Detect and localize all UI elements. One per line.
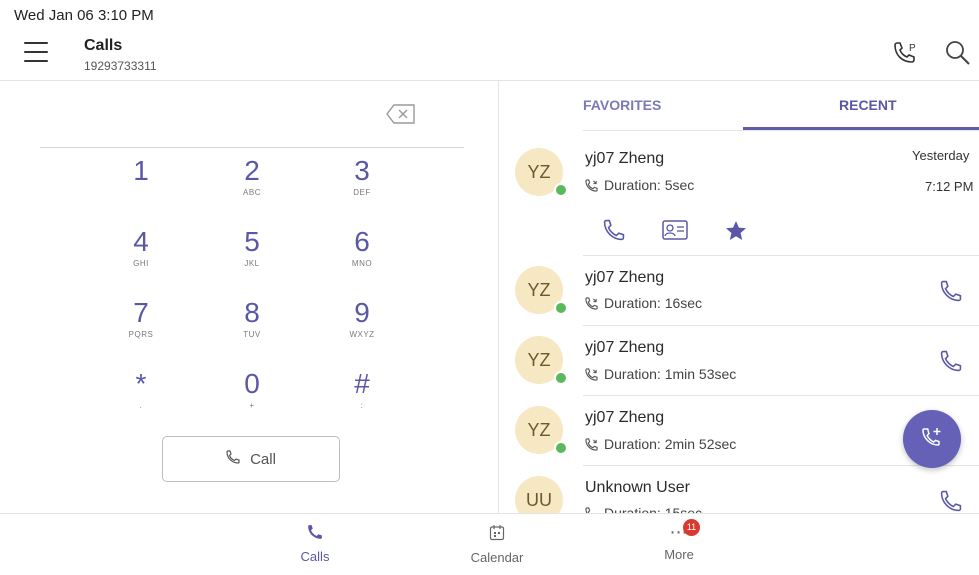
nav-calls-label: Calls	[300, 549, 330, 564]
phone-icon[interactable]	[940, 490, 962, 513]
new-call-fab[interactable]	[903, 410, 961, 468]
call-duration: Duration: 15sec	[585, 505, 702, 513]
nav-calendar-label: Calendar	[470, 550, 524, 565]
bottom-nav-divider	[0, 513, 979, 514]
nav-calls[interactable]: Calls	[265, 524, 365, 564]
contact-name: Unknown User	[585, 479, 690, 496]
phone-icon	[307, 525, 323, 544]
call-duration-text: Duration: 15sec	[604, 505, 703, 513]
nav-more-label: More	[664, 547, 694, 562]
notification-badge: 11	[683, 519, 700, 536]
avatar: UU	[515, 476, 563, 513]
nav-more[interactable]: ⋯ 11 More	[629, 519, 729, 562]
avatar-initials: UU	[526, 489, 552, 510]
new-call-icon	[921, 426, 943, 453]
calendar-icon	[489, 525, 505, 545]
nav-calendar[interactable]: Calendar	[447, 524, 547, 565]
list-item[interactable]: UU Unknown User Duration: 15sec	[0, 0, 979, 513]
